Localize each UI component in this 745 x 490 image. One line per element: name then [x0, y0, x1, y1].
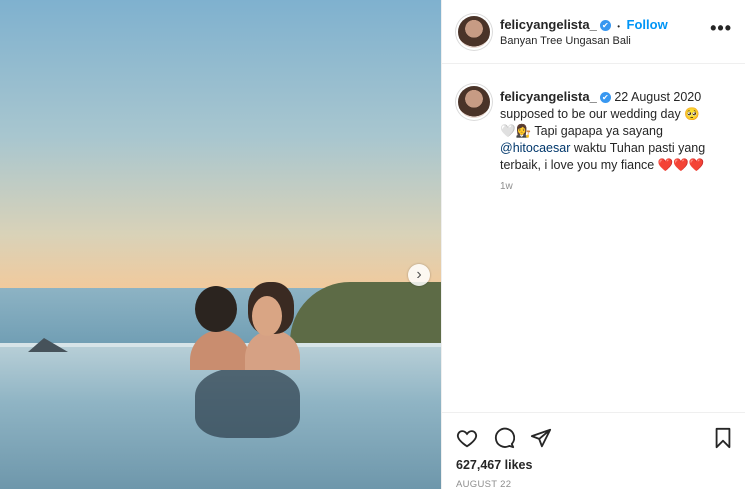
man-body — [190, 330, 250, 370]
post-date[interactable]: AUGUST 22 — [456, 479, 511, 490]
header-title-row: felicyangelista_ ✔ • Follow — [500, 16, 668, 34]
caption: felicyangelista_ ✔ 22 August 2020 suppose… — [500, 88, 725, 174]
post-sidebar: felicyangelista_ ✔ • Follow Banyan Tree U… — [441, 0, 745, 490]
instagram-post: › felicyangelista_ ✔ • Follow Banyan Tree… — [0, 0, 745, 490]
verified-badge-icon: ✔ — [599, 20, 611, 31]
woman-face — [252, 296, 282, 336]
bookmark-icon[interactable] — [712, 427, 734, 449]
caption-avatar[interactable] — [458, 86, 490, 118]
mention-link[interactable]: @hitocaesar — [500, 141, 570, 155]
chevron-right-icon[interactable]: › — [408, 264, 430, 286]
caption-line-4: terbaik, i love you my fiance ❤️❤️❤️ — [500, 158, 705, 172]
caption-username[interactable]: felicyangelista_ — [500, 89, 597, 104]
woman-body — [245, 330, 300, 370]
location-link[interactable]: Banyan Tree Ungasan Bali — [500, 35, 631, 47]
likes-count[interactable]: 627,467 likes — [456, 458, 532, 472]
comment-icon[interactable] — [493, 427, 515, 449]
post-header: felicyangelista_ ✔ • Follow Banyan Tree U… — [442, 0, 745, 64]
man-head — [195, 286, 237, 332]
separator-dot: • — [617, 22, 621, 31]
post-photo[interactable]: › — [0, 0, 441, 489]
caption-line-1: supposed to be our wedding day 🥺 — [500, 107, 700, 121]
verified-badge-icon: ✔ — [599, 92, 611, 103]
more-icon[interactable]: ••• — [710, 18, 732, 39]
username-link[interactable]: felicyangelista_ — [500, 17, 597, 32]
avatar[interactable] — [458, 16, 490, 48]
couple — [190, 282, 305, 372]
heart-icon[interactable] — [456, 427, 478, 449]
water-reflection — [195, 368, 300, 438]
caption-line-2: 🤍👩‍⚖️ Tapi gapapa ya sayang — [500, 124, 663, 138]
time-ago: 1w — [500, 181, 513, 192]
caption-date: 22 August 2020 — [614, 90, 702, 104]
action-bar: 627,467 likes AUGUST 22 — [442, 412, 745, 490]
follow-button[interactable]: Follow — [627, 17, 668, 32]
share-icon[interactable] — [530, 427, 552, 449]
caption-line-3: waktu Tuhan pasti yang — [570, 141, 706, 155]
